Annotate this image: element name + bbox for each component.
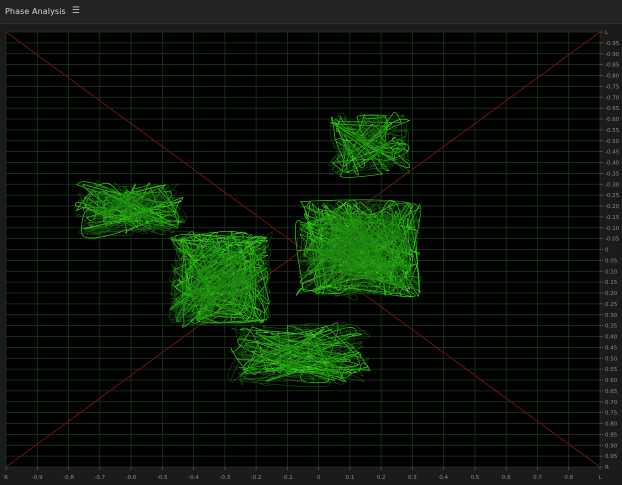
bottom-axis-tick-label: -0.9 — [32, 475, 43, 481]
right-axis-tick-label: -0.95 — [605, 41, 620, 47]
bottom-axis-tick-label: 0.3 — [408, 475, 417, 481]
right-axis-tick-label: -0.85 — [605, 63, 620, 69]
bottom-axis-tick-label: -0.6 — [126, 475, 137, 481]
right-axis-tick-label: 0.80 — [605, 422, 618, 428]
right-axis-tick-label: -0.55 — [605, 128, 620, 134]
right-axis-tick-label: 0.75 — [605, 411, 618, 417]
right-axis-tick-label: 0.50 — [605, 356, 618, 362]
bottom-axis-tick-label: 0.7 — [533, 475, 542, 481]
phase-scope-display: R -0.9 -0.8 -0.7 -0.6 -0.5 -0.4 -0.3 -0.2 -0.1 0 0.… — [0, 24, 622, 485]
right-axis-tick-label: 0.35 — [605, 324, 618, 330]
right-axis-tick-label: -0.40 — [605, 161, 620, 167]
phase-analysis-panel: Phase Analysis ☰ R -0.9 -0.8 -0.7 -0.6 -0.5 -0… — [0, 0, 622, 485]
right-axis-tick-label: -0.80 — [605, 74, 620, 80]
right-axis-tick-label: -0.15 — [605, 215, 620, 221]
right-axis-tick-label: 0.30 — [605, 313, 618, 319]
right-axis-tick-label: -0.20 — [605, 204, 620, 210]
right-axis-tick-label: R — [605, 465, 609, 471]
right-axis-tick-label: -0.70 — [605, 95, 620, 101]
right-axis-tick-label: 0.70 — [605, 400, 618, 406]
right-axis-tick-label: 0.10 — [605, 269, 618, 275]
right-axis-tick-label: -0.45 — [605, 150, 620, 156]
bottom-axis-tick-label: -0.8 — [63, 475, 74, 481]
bottom-axis-tick-label: -0.7 — [94, 475, 105, 481]
bottom-axis-tick-label: 0.1 — [346, 475, 355, 481]
bottom-axis-tick-label: 0 — [317, 475, 321, 481]
bottom-axis-tick-label: 0.8 — [564, 475, 573, 481]
right-axis-tick-label: 0.85 — [605, 432, 618, 438]
right-axis-tick-label: 0.20 — [605, 291, 618, 297]
right-axis-tick-label: 0.65 — [605, 389, 618, 395]
panel-title: Phase Analysis — [5, 7, 66, 16]
bottom-axis-tick-label: -0.2 — [251, 475, 262, 481]
right-axis-tick-label: -0.60 — [605, 117, 620, 123]
right-axis-tick-label: 0.60 — [605, 378, 618, 384]
right-axis-tick-label: 0.45 — [605, 345, 618, 351]
right-axis-tick-label: -0.75 — [605, 84, 620, 90]
right-axis-tick-label: -0.90 — [605, 52, 620, 58]
right-axis-tick-label: 0.15 — [605, 280, 618, 286]
right-axis-tick-label: 0.40 — [605, 335, 618, 341]
bottom-axis-tick-label: 0.4 — [439, 475, 448, 481]
panel-header: Phase Analysis ☰ — [0, 0, 622, 24]
right-axis-tick-label: 0 — [605, 248, 609, 254]
bottom-axis-tick-label: 0.6 — [502, 475, 511, 481]
right-axis-tick-label: 0.25 — [605, 302, 618, 308]
right-axis-tick-label: -0.05 — [605, 237, 620, 243]
right-axis-tick-label: 0.90 — [605, 443, 618, 449]
right-axis-tick-label: -0.10 — [605, 226, 620, 232]
bottom-axis-tick-label: 0.2 — [377, 475, 386, 481]
bottom-axis-tick-label: 0.5 — [471, 475, 480, 481]
bottom-axis-tick-label: -0.5 — [157, 475, 168, 481]
bottom-axis-tick-label: R — [4, 475, 8, 481]
right-axis-tick-label: -0.25 — [605, 193, 620, 199]
hamburger-menu-icon[interactable]: ☰ — [72, 7, 80, 16]
bottom-axis-tick-label: -0.1 — [282, 475, 293, 481]
right-axis-tick-label: 0.05 — [605, 258, 618, 264]
bottom-axis-tick-label: -0.4 — [188, 475, 199, 481]
right-axis-tick-label: -0.30 — [605, 182, 620, 188]
right-axis-tick-label: 0.55 — [605, 367, 618, 373]
bottom-axis-tick-label: -0.3 — [219, 475, 230, 481]
right-axis-tick-label: -0.65 — [605, 106, 620, 112]
right-axis-tick-label: -0.50 — [605, 139, 620, 145]
right-axis-tick-label: -0.35 — [605, 171, 620, 177]
right-axis-tick-label: 0.95 — [605, 454, 618, 460]
